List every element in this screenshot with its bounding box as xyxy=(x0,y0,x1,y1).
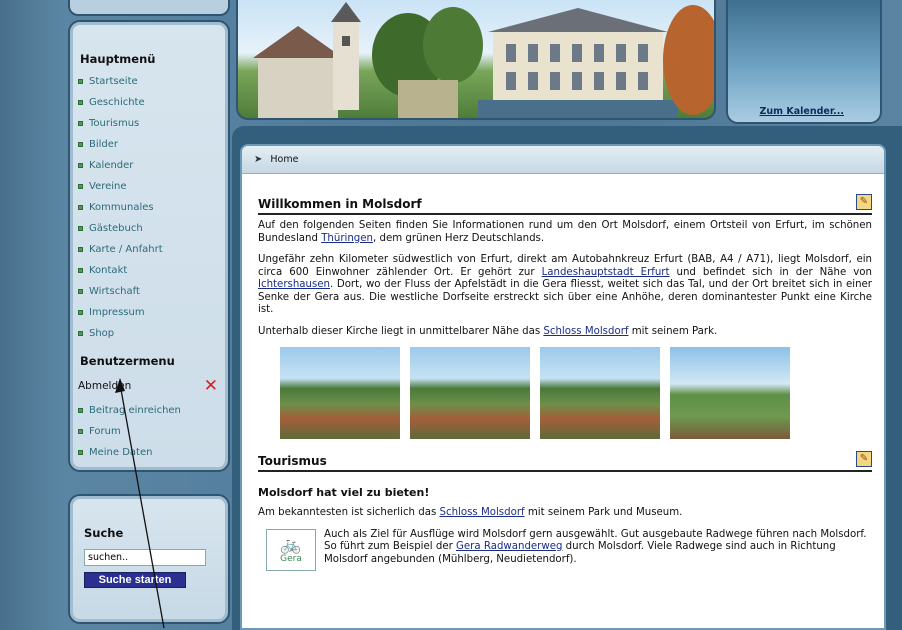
gallery-photo[interactable] xyxy=(280,347,400,439)
edit-icon[interactable]: ✎ xyxy=(856,194,872,210)
schloss-molsdorf-link[interactable]: Schloss Molsdorf xyxy=(543,326,628,337)
tourism-text: Am bekanntesten ist sicherlich das xyxy=(258,507,440,518)
gallery-photo[interactable] xyxy=(410,347,530,439)
tourism-paragraph-2: Auch als Ziel für Ausflüge wird Molsdorf… xyxy=(324,529,872,571)
bicycle-icon: 🚲 xyxy=(280,534,302,555)
header-banner-image xyxy=(236,0,716,120)
logout-link[interactable]: Abmelden xyxy=(78,380,131,392)
menu-item-vereine[interactable]: Vereine xyxy=(78,176,163,197)
bullet-icon xyxy=(78,100,83,105)
menu-item-karte-anfahrt[interactable]: Karte / Anfahrt xyxy=(78,239,163,260)
schloss-molsdorf-link[interactable]: Schloss Molsdorf xyxy=(440,507,525,518)
bullet-icon xyxy=(78,226,83,231)
welcome-text: , dem grünen Herz Deutschlands. xyxy=(373,232,545,244)
menu-item-kontakt[interactable]: Kontakt xyxy=(78,260,163,281)
welcome-text: Unterhalb dieser Kirche liegt in unmitte… xyxy=(258,325,544,337)
menu-item-wirtschaft[interactable]: Wirtschaft xyxy=(78,281,163,302)
welcome-title: Willkommen in Molsdorf xyxy=(258,197,422,211)
photo-gallery xyxy=(280,347,872,439)
bullet-icon xyxy=(78,450,83,455)
user-menu: Beitrag einreichen Forum Meine Daten xyxy=(78,400,181,463)
search-title: Suche xyxy=(84,526,124,540)
article-content: Willkommen in Molsdorf ✎ Auf den folgend… xyxy=(258,194,872,571)
welcome-paragraph-3: Unterhalb dieser Kirche liegt in unmitte… xyxy=(258,326,872,339)
menu-item-kalender[interactable]: Kalender xyxy=(78,155,163,176)
ichtershausen-link[interactable]: Ichtershausen xyxy=(258,279,330,290)
tourism-paragraph-1: Am bekanntesten ist sicherlich das Schlo… xyxy=(258,507,872,520)
arrow-icon: ➤ xyxy=(254,154,263,165)
landeshauptstadt-erfurt-link[interactable]: Landeshauptstadt Erfurt xyxy=(542,267,670,278)
bullet-icon xyxy=(78,289,83,294)
bullet-icon xyxy=(78,205,83,210)
tourism-section-header: Tourismus ✎ xyxy=(258,451,872,472)
search-input[interactable] xyxy=(84,549,206,566)
sidebar: Hauptmenü Startseite Geschichte Tourismu… xyxy=(68,20,230,472)
close-icon[interactable]: ✕ xyxy=(204,377,218,395)
welcome-paragraph-2: Ungefähr zehn Kilometer südwestlich von … xyxy=(258,254,872,317)
bullet-icon xyxy=(78,310,83,315)
tourism-title: Tourismus xyxy=(258,454,327,468)
gallery-photo[interactable] xyxy=(540,347,660,439)
bullet-icon xyxy=(78,163,83,168)
calendar-link[interactable]: Zum Kalender... xyxy=(760,106,845,117)
bike-route-block: 🚲 Gera Auch als Ziel für Ausflüge wird M… xyxy=(266,528,872,571)
banner-illustration xyxy=(253,2,714,118)
bullet-icon xyxy=(78,121,83,126)
gallery-photo[interactable] xyxy=(670,347,790,439)
bullet-icon xyxy=(78,184,83,189)
search-panel: Suche Suche starten xyxy=(68,494,230,624)
welcome-text: und befindet sich in der Nähe von xyxy=(669,266,872,278)
menu-item-impressum[interactable]: Impressum xyxy=(78,302,163,323)
bullet-icon xyxy=(78,268,83,273)
welcome-paragraph-1: Auf den folgenden Seiten finden Sie Info… xyxy=(258,220,872,245)
menu-item-startseite[interactable]: Startseite xyxy=(78,71,163,92)
user-menu-title: Benutzermenu xyxy=(80,354,175,368)
bullet-icon xyxy=(78,408,83,413)
bullet-icon xyxy=(78,429,83,434)
menu-item-shop[interactable]: Shop xyxy=(78,323,163,344)
menu-item-beitrag-einreichen[interactable]: Beitrag einreichen xyxy=(78,400,181,421)
breadcrumb: ➤ Home xyxy=(242,146,884,174)
gera-radweg-logo: 🚲 Gera xyxy=(266,528,316,571)
sidebar-top-cap xyxy=(68,0,230,16)
welcome-section-header: Willkommen in Molsdorf ✎ xyxy=(258,194,872,215)
tourism-text: mit seinem Park und Museum. xyxy=(524,507,683,518)
thueringen-link[interactable]: Thüringen xyxy=(321,233,373,244)
menu-item-gaestebuch[interactable]: Gästebuch xyxy=(78,218,163,239)
logout-row[interactable]: Abmelden ✕ xyxy=(78,376,218,396)
tourism-subtitle: Molsdorf hat viel zu bieten! xyxy=(258,486,430,499)
bullet-icon xyxy=(78,142,83,147)
welcome-text: . Dort, wo der Fluss der Apfelstädt in d… xyxy=(258,279,872,315)
gera-radwanderweg-link[interactable]: Gera Radwanderweg xyxy=(456,541,562,552)
menu-item-forum[interactable]: Forum xyxy=(78,421,181,442)
search-button[interactable]: Suche starten xyxy=(84,572,186,588)
calendar-panel: Zum Kalender... xyxy=(726,0,882,124)
breadcrumb-home[interactable]: Home xyxy=(270,154,298,165)
menu-item-kommunales[interactable]: Kommunales xyxy=(78,197,163,218)
bullet-icon xyxy=(78,247,83,252)
welcome-text: mit seinem Park. xyxy=(628,325,718,337)
menu-item-geschichte[interactable]: Geschichte xyxy=(78,92,163,113)
bullet-icon xyxy=(78,331,83,336)
main-menu: Startseite Geschichte Tourismus Bilder K… xyxy=(78,71,163,344)
main-menu-title: Hauptmenü xyxy=(80,52,156,66)
bullet-icon xyxy=(78,79,83,84)
menu-item-meine-daten[interactable]: Meine Daten xyxy=(78,442,181,463)
bike-logo-label: Gera xyxy=(280,553,302,564)
menu-item-bilder[interactable]: Bilder xyxy=(78,134,163,155)
edit-icon[interactable]: ✎ xyxy=(856,451,872,467)
main-content-panel: ➤ Home Willkommen in Molsdorf ✎ Auf den … xyxy=(240,144,886,630)
menu-item-tourismus[interactable]: Tourismus xyxy=(78,113,163,134)
